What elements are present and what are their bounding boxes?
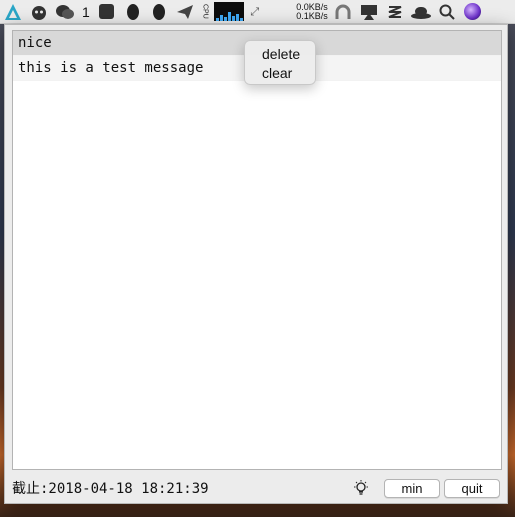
deadline-text: 截止:2018-04-18 18:21:39	[12, 481, 209, 497]
activity-graph-icon[interactable]	[213, 2, 244, 21]
paper-plane-icon[interactable]	[172, 0, 198, 23]
notes-window: nice this is a test message 截止:2018-04-1…	[4, 24, 508, 504]
cat-icon[interactable]	[26, 0, 52, 23]
status-bar: 截止:2018-04-18 18:21:39 min quit	[12, 477, 500, 499]
airplay-icon[interactable]	[356, 0, 382, 23]
network-speed-icon[interactable]: 0.0KB/s 0.1KB/s	[278, 2, 328, 21]
search-icon[interactable]	[434, 0, 460, 23]
app-a-icon[interactable]	[0, 0, 26, 23]
net-down-speed: 0.1KB/s	[296, 10, 328, 21]
menu-item-delete[interactable]: delete	[245, 45, 315, 64]
quit-button[interactable]: quit	[444, 478, 500, 498]
message-list[interactable]: nice this is a test message	[12, 30, 502, 470]
menu-item-clear[interactable]: clear	[245, 64, 315, 83]
hat-icon[interactable]	[408, 0, 434, 23]
qq-icon[interactable]	[146, 0, 172, 23]
min-button[interactable]: min	[384, 478, 440, 498]
siri-icon[interactable]	[460, 0, 486, 23]
menu-bar: 1 CPU ⤢ 0.0KB/s 0.1KB/s	[0, 0, 515, 24]
cpu-label: CPU	[201, 4, 209, 19]
zip-icon[interactable]	[382, 0, 408, 23]
wechat-icon[interactable]	[52, 0, 78, 23]
lightbulb-icon[interactable]	[352, 479, 370, 497]
qq-icon[interactable]	[120, 0, 146, 23]
context-menu: delete clear	[244, 40, 316, 85]
wechat-count: 1	[82, 3, 90, 20]
headphones-icon[interactable]	[330, 0, 356, 23]
expand-icon[interactable]: ⤢	[246, 0, 264, 23]
cpu-icon[interactable]: CPU	[198, 0, 212, 23]
note-icon[interactable]	[94, 0, 120, 23]
